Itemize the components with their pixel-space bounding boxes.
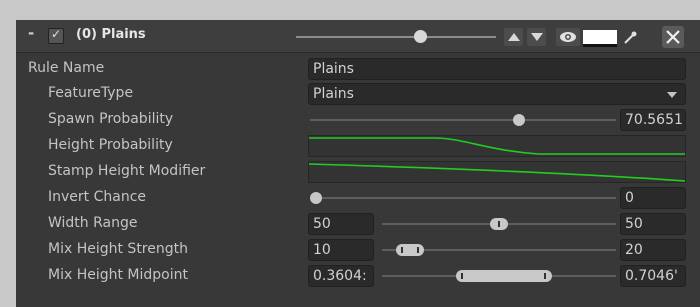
rule-header: - ✓ (0) Plains bbox=[16, 20, 700, 53]
invert-chance-row: Invert Chance 0 bbox=[16, 185, 700, 211]
mix-height-strength-thumb-cap-right bbox=[417, 247, 419, 253]
eye-icon bbox=[560, 32, 576, 42]
stamp-height-modifier-label: Stamp Height Modifier bbox=[48, 163, 206, 179]
checkmark-icon: ✓ bbox=[51, 27, 62, 41]
spawn-probability-row: Spawn Probability 70.5651 bbox=[16, 107, 700, 133]
spawn-probability-label: Spawn Probability bbox=[48, 111, 174, 127]
mix-height-strength-thumb[interactable] bbox=[396, 244, 424, 256]
mix-height-midpoint-max-field[interactable]: 0.7046' bbox=[620, 265, 686, 287]
invert-chance-label: Invert Chance bbox=[48, 189, 147, 205]
move-down-button[interactable] bbox=[527, 28, 546, 46]
header-slider-knob[interactable] bbox=[414, 30, 427, 43]
spawn-probability-track[interactable] bbox=[310, 119, 616, 121]
mix-height-strength-min-field[interactable]: 10 bbox=[308, 239, 374, 261]
color-field[interactable] bbox=[583, 30, 617, 47]
header-slider-track[interactable] bbox=[296, 36, 496, 38]
down-arrow-icon bbox=[531, 33, 543, 41]
width-range-row: Width Range 50 50 bbox=[16, 211, 700, 237]
height-probability-curve-line bbox=[309, 137, 685, 155]
chevron-down-icon bbox=[667, 92, 677, 98]
invert-chance-track[interactable] bbox=[310, 197, 616, 199]
close-button[interactable] bbox=[662, 26, 684, 48]
height-probability-row: Height Probability bbox=[16, 133, 700, 159]
mix-height-midpoint-row: Mix Height Midpoint 0.3604: 0.7046' bbox=[16, 263, 700, 289]
invert-chance-knob[interactable] bbox=[310, 192, 322, 204]
feature-type-row: FeatureType Plains bbox=[16, 81, 700, 107]
feature-type-value: Plains bbox=[313, 86, 354, 102]
width-range-min-field[interactable]: 50 bbox=[308, 213, 374, 235]
rule-name-input[interactable]: Plains bbox=[308, 58, 686, 80]
invert-chance-field[interactable]: 0 bbox=[620, 187, 686, 209]
visibility-toggle[interactable] bbox=[556, 28, 580, 46]
stamp-height-modifier-curve[interactable] bbox=[308, 161, 686, 183]
height-probability-curve[interactable] bbox=[308, 135, 686, 157]
move-up-button[interactable] bbox=[504, 28, 523, 46]
mix-height-midpoint-label: Mix Height Midpoint bbox=[48, 267, 188, 283]
enable-checkbox[interactable]: ✓ bbox=[48, 27, 64, 44]
mix-height-midpoint-thumb[interactable] bbox=[456, 270, 552, 282]
spawn-probability-field[interactable]: 70.5651 bbox=[620, 109, 686, 131]
feature-type-label: FeatureType bbox=[48, 85, 134, 101]
mix-height-strength-max-field[interactable]: 20 bbox=[620, 239, 686, 261]
width-range-thumb-divider bbox=[498, 221, 500, 227]
feature-type-dropdown[interactable]: Plains bbox=[308, 83, 686, 105]
mix-height-strength-label: Mix Height Strength bbox=[48, 241, 188, 257]
eyedropper-icon[interactable] bbox=[621, 29, 639, 47]
close-icon bbox=[666, 30, 680, 44]
up-arrow-icon bbox=[508, 33, 520, 41]
width-range-thumb[interactable] bbox=[490, 218, 508, 230]
width-range-max-field[interactable]: 50 bbox=[620, 213, 686, 235]
stamp-height-modifier-curve-line bbox=[308, 163, 686, 182]
rule-name-label: Rule Name bbox=[28, 60, 105, 76]
rule-panel: - ✓ (0) Plains Rule Name Plains FeatureT… bbox=[16, 20, 700, 307]
mix-height-midpoint-min-field[interactable]: 0.3604: bbox=[308, 265, 374, 287]
height-probability-label: Height Probability bbox=[48, 137, 173, 153]
stamp-height-modifier-row: Stamp Height Modifier bbox=[16, 159, 700, 185]
collapse-button[interactable]: - bbox=[28, 24, 34, 42]
mix-height-strength-thumb-cap-left bbox=[401, 247, 403, 253]
rule-name-row: Rule Name Plains bbox=[16, 56, 700, 82]
spawn-probability-knob[interactable] bbox=[513, 114, 525, 126]
mix-height-midpoint-thumb-cap-right bbox=[544, 273, 546, 279]
rule-title: (0) Plains bbox=[76, 27, 146, 42]
width-range-label: Width Range bbox=[48, 215, 138, 231]
mix-height-strength-row: Mix Height Strength 10 20 bbox=[16, 237, 700, 263]
mix-height-midpoint-thumb-cap-left bbox=[461, 273, 463, 279]
